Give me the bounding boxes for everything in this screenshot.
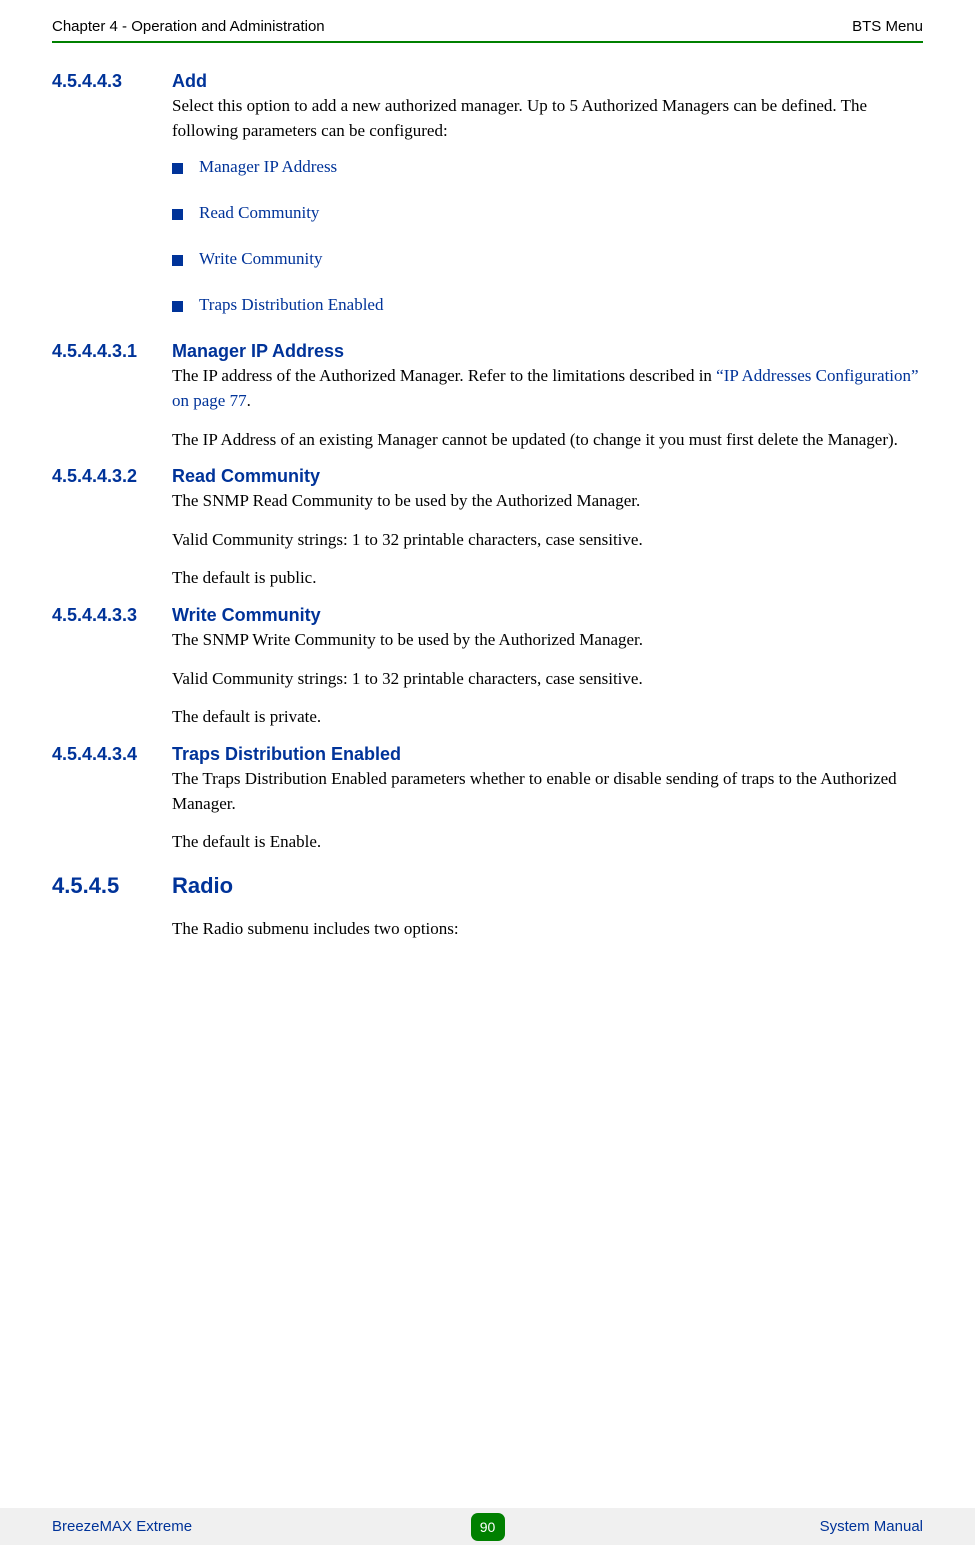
header-right: BTS Menu <box>852 18 923 35</box>
paragraph: The Radio submenu includes two options: <box>172 917 923 942</box>
section-number: 4.5.4.4.3.2 <box>52 466 172 487</box>
page-content: 4.5.4.4.3 Add Select this option to add … <box>0 71 975 942</box>
paragraph: The Traps Distribution Enabled parameter… <box>172 767 923 816</box>
page-header: Chapter 4 - Operation and Administration… <box>0 0 975 41</box>
square-bullet-icon <box>172 209 183 220</box>
section-body: The SNMP Write Community to be used by t… <box>172 628 923 730</box>
section-body: The Radio submenu includes two options: <box>172 917 923 942</box>
footer-right: System Manual <box>820 1518 923 1535</box>
text-run: . <box>247 391 251 410</box>
bullet-list: Manager IP Address Read Community Write … <box>172 157 923 315</box>
square-bullet-icon <box>172 301 183 312</box>
page-footer: BreezeMAX Extreme 90 System Manual <box>0 1508 975 1545</box>
header-rule <box>52 41 923 43</box>
footer-left: BreezeMAX Extreme <box>52 1518 192 1535</box>
section-heading: 4.5.4.4.3.3 Write Community <box>52 605 923 626</box>
paragraph: The IP address of the Authorized Manager… <box>172 364 923 413</box>
paragraph: Valid Community strings: 1 to 32 printab… <box>172 528 923 553</box>
header-left: Chapter 4 - Operation and Administration <box>52 18 325 35</box>
section-title: Traps Distribution Enabled <box>172 744 401 765</box>
section-body: The SNMP Read Community to be used by th… <box>172 489 923 591</box>
section-body: The IP address of the Authorized Manager… <box>172 364 923 452</box>
list-item: Read Community <box>172 203 923 223</box>
section-write-community: 4.5.4.4.3.3 Write Community The SNMP Wri… <box>52 605 923 730</box>
section-add: 4.5.4.4.3 Add Select this option to add … <box>52 71 923 315</box>
page-number-badge: 90 <box>471 1513 505 1541</box>
paragraph: Valid Community strings: 1 to 32 printab… <box>172 667 923 692</box>
section-title: Add <box>172 71 207 92</box>
bullet-label: Read Community <box>199 203 319 223</box>
section-read-community: 4.5.4.4.3.2 Read Community The SNMP Read… <box>52 466 923 591</box>
section-heading: 4.5.4.4.3.1 Manager IP Address <box>52 341 923 362</box>
bullet-label: Write Community <box>199 249 323 269</box>
paragraph: The default is private. <box>172 705 923 730</box>
section-number: 4.5.4.4.3.1 <box>52 341 172 362</box>
section-number: 4.5.4.4.3.3 <box>52 605 172 626</box>
section-title: Manager IP Address <box>172 341 344 362</box>
list-item: Traps Distribution Enabled <box>172 295 923 315</box>
paragraph: The default is public. <box>172 566 923 591</box>
paragraph: Select this option to add a new authoriz… <box>172 94 923 143</box>
square-bullet-icon <box>172 255 183 266</box>
section-number: 4.5.4.4.3 <box>52 71 172 92</box>
bullet-label: Traps Distribution Enabled <box>199 295 383 315</box>
section-body: The Traps Distribution Enabled parameter… <box>172 767 923 855</box>
paragraph: The default is Enable. <box>172 830 923 855</box>
text-run: The IP address of the Authorized Manager… <box>172 366 716 385</box>
paragraph: The IP Address of an existing Manager ca… <box>172 428 923 453</box>
paragraph: The SNMP Write Community to be used by t… <box>172 628 923 653</box>
section-title: Write Community <box>172 605 321 626</box>
list-item: Manager IP Address <box>172 157 923 177</box>
section-heading: 4.5.4.5 Radio <box>52 873 923 899</box>
section-number: 4.5.4.4.3.4 <box>52 744 172 765</box>
list-item: Write Community <box>172 249 923 269</box>
bullet-label: Manager IP Address <box>199 157 337 177</box>
section-body: Select this option to add a new authoriz… <box>172 94 923 315</box>
section-title: Radio <box>172 873 233 899</box>
section-traps-distribution: 4.5.4.4.3.4 Traps Distribution Enabled T… <box>52 744 923 855</box>
section-number: 4.5.4.5 <box>52 873 172 899</box>
paragraph: The SNMP Read Community to be used by th… <box>172 489 923 514</box>
section-heading: 4.5.4.4.3 Add <box>52 71 923 92</box>
section-radio: 4.5.4.5 Radio The Radio submenu includes… <box>52 873 923 942</box>
section-manager-ip: 4.5.4.4.3.1 Manager IP Address The IP ad… <box>52 341 923 452</box>
section-heading: 4.5.4.4.3.2 Read Community <box>52 466 923 487</box>
square-bullet-icon <box>172 163 183 174</box>
section-heading: 4.5.4.4.3.4 Traps Distribution Enabled <box>52 744 923 765</box>
section-title: Read Community <box>172 466 320 487</box>
